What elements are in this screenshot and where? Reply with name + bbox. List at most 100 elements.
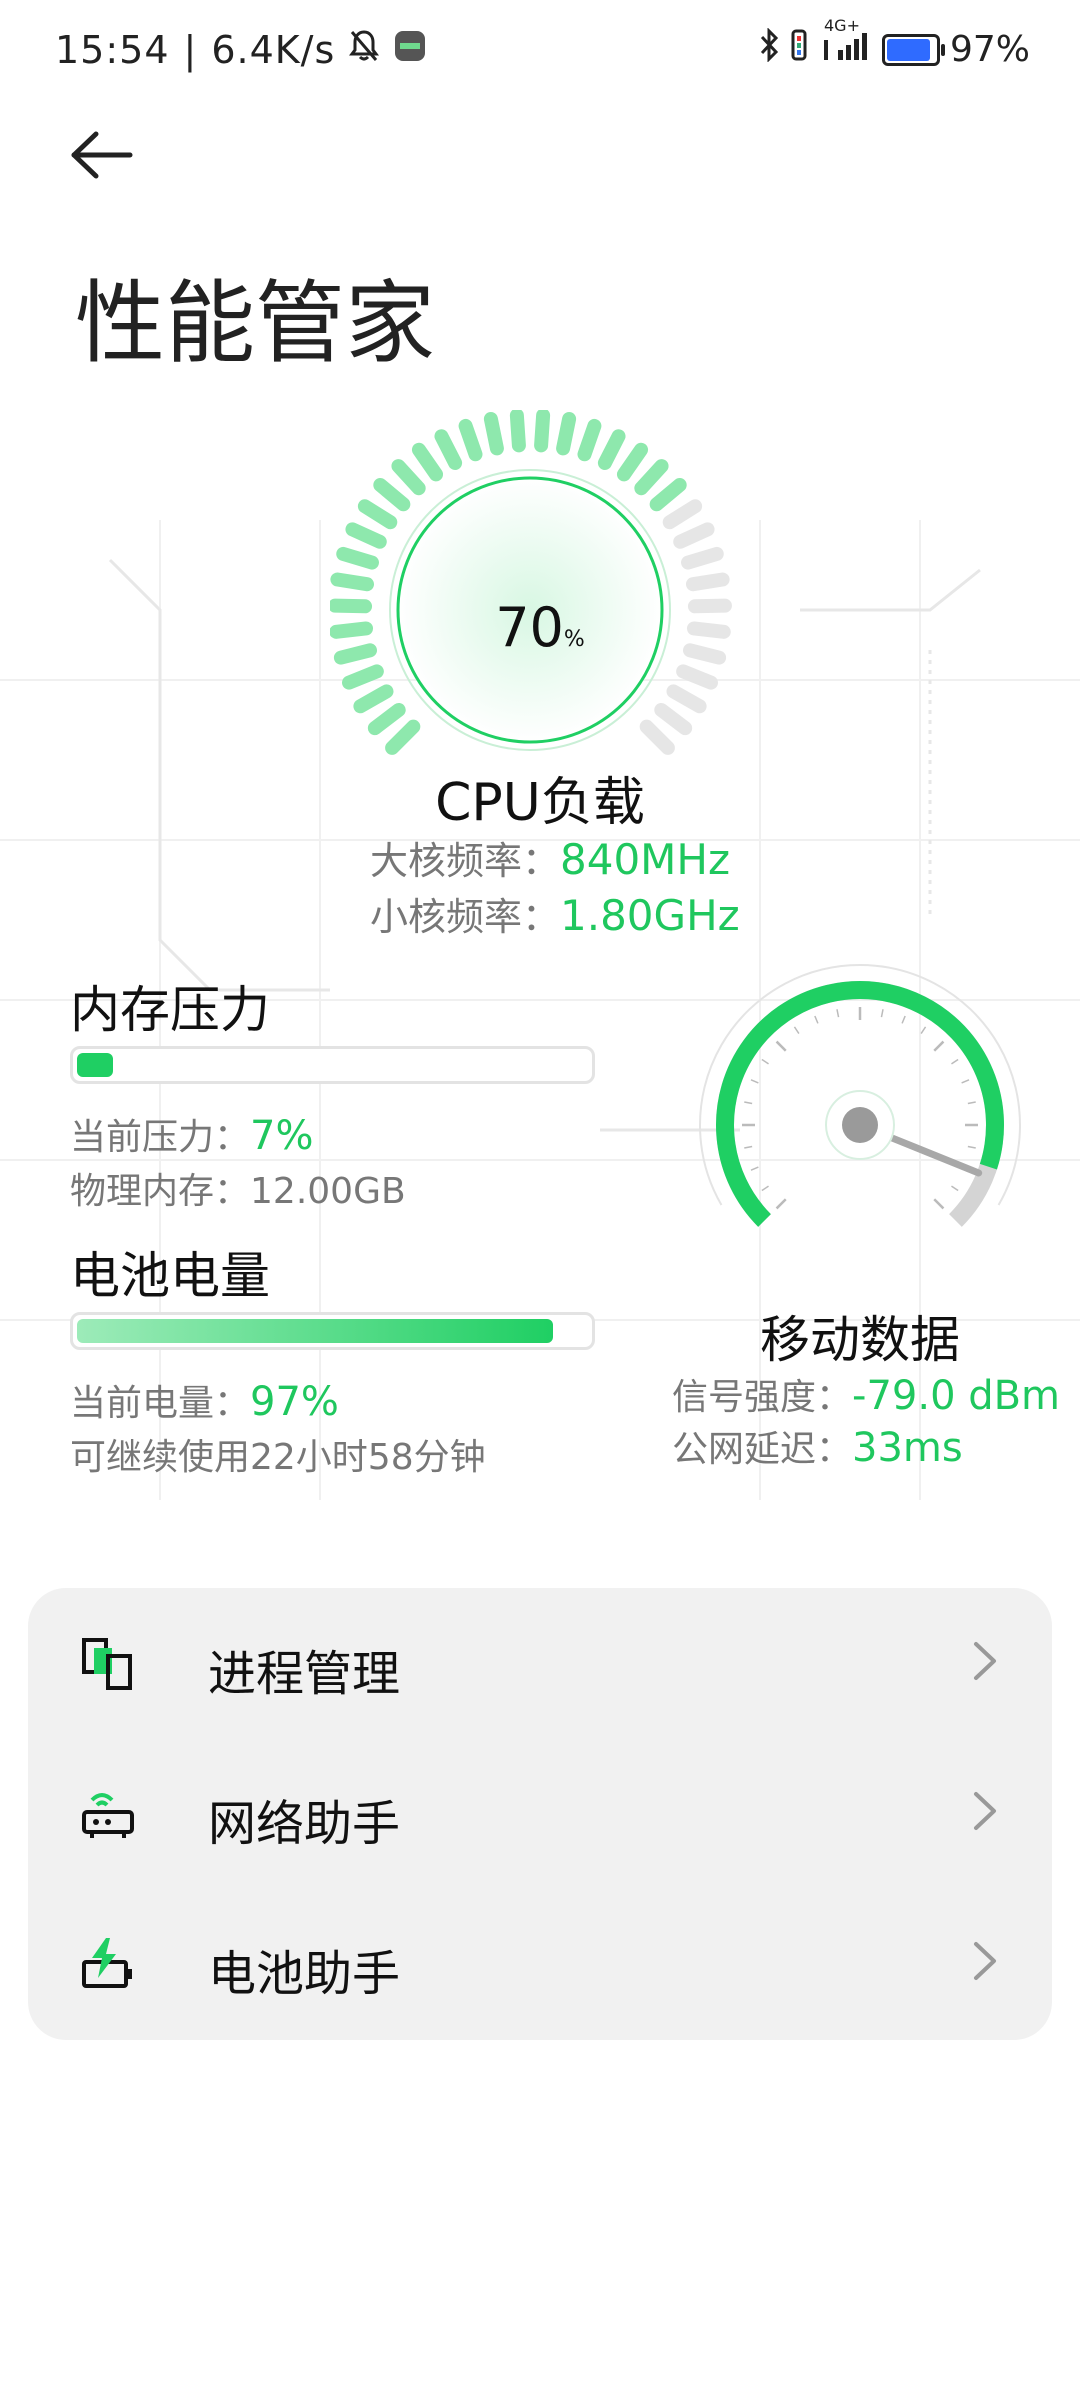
cpu-gauge-tick-active (373, 478, 411, 512)
small-core-value: 1.80GHz (560, 891, 740, 940)
speedo-tick (750, 1166, 759, 1171)
big-core-label: 大核频率： (370, 839, 561, 883)
status-net-speed: 6.4K/s (211, 28, 336, 72)
cpu-gauge-tick-active (556, 411, 577, 456)
speedo-tick (814, 1015, 819, 1024)
battery-level-fill (886, 38, 930, 61)
menu-item-process-manage[interactable]: 进程管理 (28, 1588, 1052, 1738)
memory-pressure-row: 当前压力：7% (70, 1108, 313, 1160)
cpu-gauge-tick (676, 664, 718, 690)
big-core-value: 840MHz (560, 835, 731, 884)
memory-pressure-value: 7% (250, 1113, 314, 1159)
mobile-data-label: 移动数据 (760, 1311, 960, 1369)
cpu-gauge-tick (673, 522, 715, 549)
cpu-gauge-tick-active (649, 478, 687, 512)
speedo-tick (920, 1026, 927, 1034)
mobile-data-gauge (699, 964, 1021, 1227)
status-bar: 15:54 | 6.4K/s 4G+ 97% (0, 0, 1080, 100)
cpu-gauge-tick-active (342, 664, 384, 690)
status-left: 15:54 | 6.4K/s (55, 28, 427, 72)
vibrate-icon (790, 28, 808, 71)
memory-pressure-fill (77, 1053, 113, 1077)
battery-level-label: 当前电量： (70, 1383, 251, 1424)
speedo-tick (793, 1026, 800, 1034)
cpu-gauge-tick (685, 572, 730, 592)
cpu-gauge-tick (639, 719, 675, 755)
speedo-tick (951, 1058, 959, 1065)
cpu-gauge-tick-active (509, 410, 526, 453)
cpu-gauge-tick-active (391, 459, 426, 496)
signal-icon: 4G+ (818, 16, 872, 71)
app-icon (393, 28, 427, 72)
chevron-right-icon (974, 1642, 996, 1680)
speedo-tick (775, 1040, 787, 1052)
page-title: 性能管家 (75, 271, 435, 376)
cpu-gauge-tick (662, 499, 703, 530)
speedo-tick (933, 1198, 945, 1210)
cpu-gauge-tick-active (434, 429, 463, 470)
cpu-gauge-tick-active (353, 684, 394, 714)
speedo-tick (744, 1145, 753, 1149)
latency-label: 公网延迟： (672, 1429, 853, 1470)
menu-item-network-assistant[interactable]: 网络助手 (28, 1738, 1052, 1888)
battery-level-value: 97% (250, 1379, 339, 1425)
physical-memory-label: 物理内存： (70, 1171, 251, 1212)
cpu-gauge-tick-active (597, 429, 626, 470)
latency-row: 公网延迟：33ms (672, 1420, 963, 1472)
cpu-gauge-tick (681, 546, 724, 570)
menu-label-process-manage: 进程管理 (208, 1646, 401, 1702)
battery-icon (881, 33, 945, 66)
cpu-gauge-tick (666, 684, 707, 714)
speedo-tick (951, 1185, 959, 1192)
memory-pressure-title: 内存压力 (70, 981, 270, 1039)
speedo-tick (836, 1009, 840, 1018)
physical-memory-value: 12.00GB (250, 1171, 406, 1212)
cpu-load-percent: 70% (0, 596, 1080, 659)
speedo-tick (967, 1101, 976, 1105)
speedo-tick (761, 1058, 769, 1065)
cpu-gauge-tick-active (345, 522, 387, 549)
cpu-gauge-tick-active (458, 418, 483, 462)
cpu-gauge-tick-active (483, 411, 504, 456)
tools-menu-card: 进程管理 网络助手 电池助手 (28, 1588, 1052, 2040)
battery-charge-icon (82, 1938, 132, 1988)
battery-level-bar-fill (77, 1319, 553, 1343)
cpu-load-unit: % (563, 627, 585, 652)
cpu-gauge-tick-active (411, 442, 444, 482)
battery-level-bar (70, 1312, 595, 1350)
cpu-load-label: CPU负载 (435, 773, 645, 833)
cpu-gauge-tick-active (336, 546, 379, 570)
speedo-tick (901, 1015, 906, 1024)
cpu-load-value: 70 (495, 596, 564, 659)
cpu-gauge-tick (654, 702, 693, 736)
speedo-tick (744, 1101, 753, 1105)
menu-label-battery-assistant: 电池助手 (208, 1946, 401, 2002)
status-right: 4G+ 97% (758, 16, 1030, 71)
small-core-frequency: 小核频率：1.80GHz (370, 886, 740, 941)
back-arrow-icon (71, 131, 133, 179)
small-core-label: 小核频率： (370, 895, 561, 939)
process-manage-icon (82, 1638, 132, 1690)
menu-item-battery-assistant[interactable]: 电池助手 (28, 1888, 1052, 2038)
cpu-gauge-tick-active (367, 702, 406, 736)
cpu-gauge-tick-active (330, 572, 375, 592)
status-time: 15:54 (55, 28, 170, 72)
big-core-frequency: 大核频率：840MHz (370, 830, 730, 885)
battery-remaining-text: 可继续使用22小时58分钟 (70, 1437, 486, 1478)
speedo-tick (761, 1185, 769, 1192)
battery-level-title: 电池电量 (70, 1247, 270, 1305)
speedo-tick (961, 1079, 970, 1084)
cpu-gauge-tick-active (616, 442, 649, 482)
speedo-tick (880, 1009, 884, 1018)
cpu-gauge-tick-active (385, 719, 421, 755)
signal-strength-row: 信号强度：-79.0 dBm (672, 1368, 1060, 1420)
back-button[interactable] (70, 130, 150, 190)
memory-pressure-label: 当前压力： (70, 1117, 251, 1158)
chevron-right-icon (974, 1942, 996, 1980)
menu-label-network-assistant: 网络助手 (208, 1796, 401, 1852)
physical-memory-row: 物理内存：12.00GB (70, 1162, 406, 1214)
memory-pressure-bar (70, 1046, 595, 1084)
latency-value: 33ms (852, 1425, 963, 1471)
cpu-gauge-tick-active (634, 459, 669, 496)
signal-strength-label: 信号强度： (672, 1377, 853, 1418)
